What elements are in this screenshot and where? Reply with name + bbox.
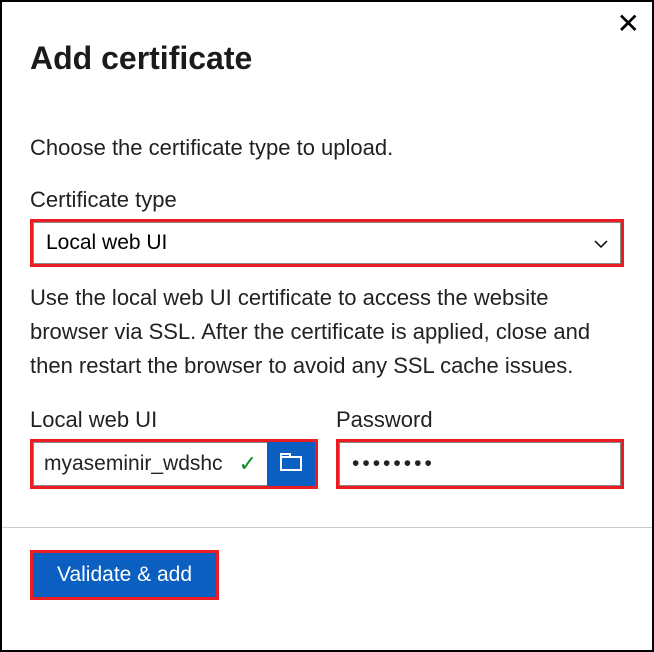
dialog-footer: Validate & add (30, 528, 624, 600)
close-button[interactable]: ✕ (617, 10, 640, 38)
add-certificate-dialog: ✕ Add certificate Choose the certificate… (2, 2, 652, 650)
file-input[interactable]: myaseminir_wdshc ✓ (33, 442, 267, 486)
cert-type-highlight: Local web UI (30, 219, 624, 267)
file-field-label: Local web UI (30, 407, 318, 433)
password-input[interactable] (339, 442, 621, 486)
password-field-highlight (336, 439, 624, 489)
validate-add-highlight: Validate & add (30, 550, 219, 600)
cert-type-dropdown[interactable]: Local web UI (33, 222, 621, 264)
check-icon: ✓ (239, 451, 257, 477)
instruction-text: Choose the certificate type to upload. (30, 135, 624, 161)
cert-type-selected: Local web UI (46, 231, 167, 255)
cert-type-description: Use the local web UI certificate to acce… (30, 281, 624, 383)
dialog-title: Add certificate (30, 40, 624, 77)
cert-type-label: Certificate type (30, 187, 624, 213)
file-value: myaseminir_wdshc (44, 452, 233, 476)
validate-add-button[interactable]: Validate & add (33, 553, 216, 597)
folder-icon (279, 452, 303, 477)
chevron-down-icon (594, 233, 608, 254)
password-field-label: Password (336, 407, 624, 433)
browse-button[interactable] (267, 442, 315, 486)
file-field-highlight: myaseminir_wdshc ✓ (30, 439, 318, 489)
